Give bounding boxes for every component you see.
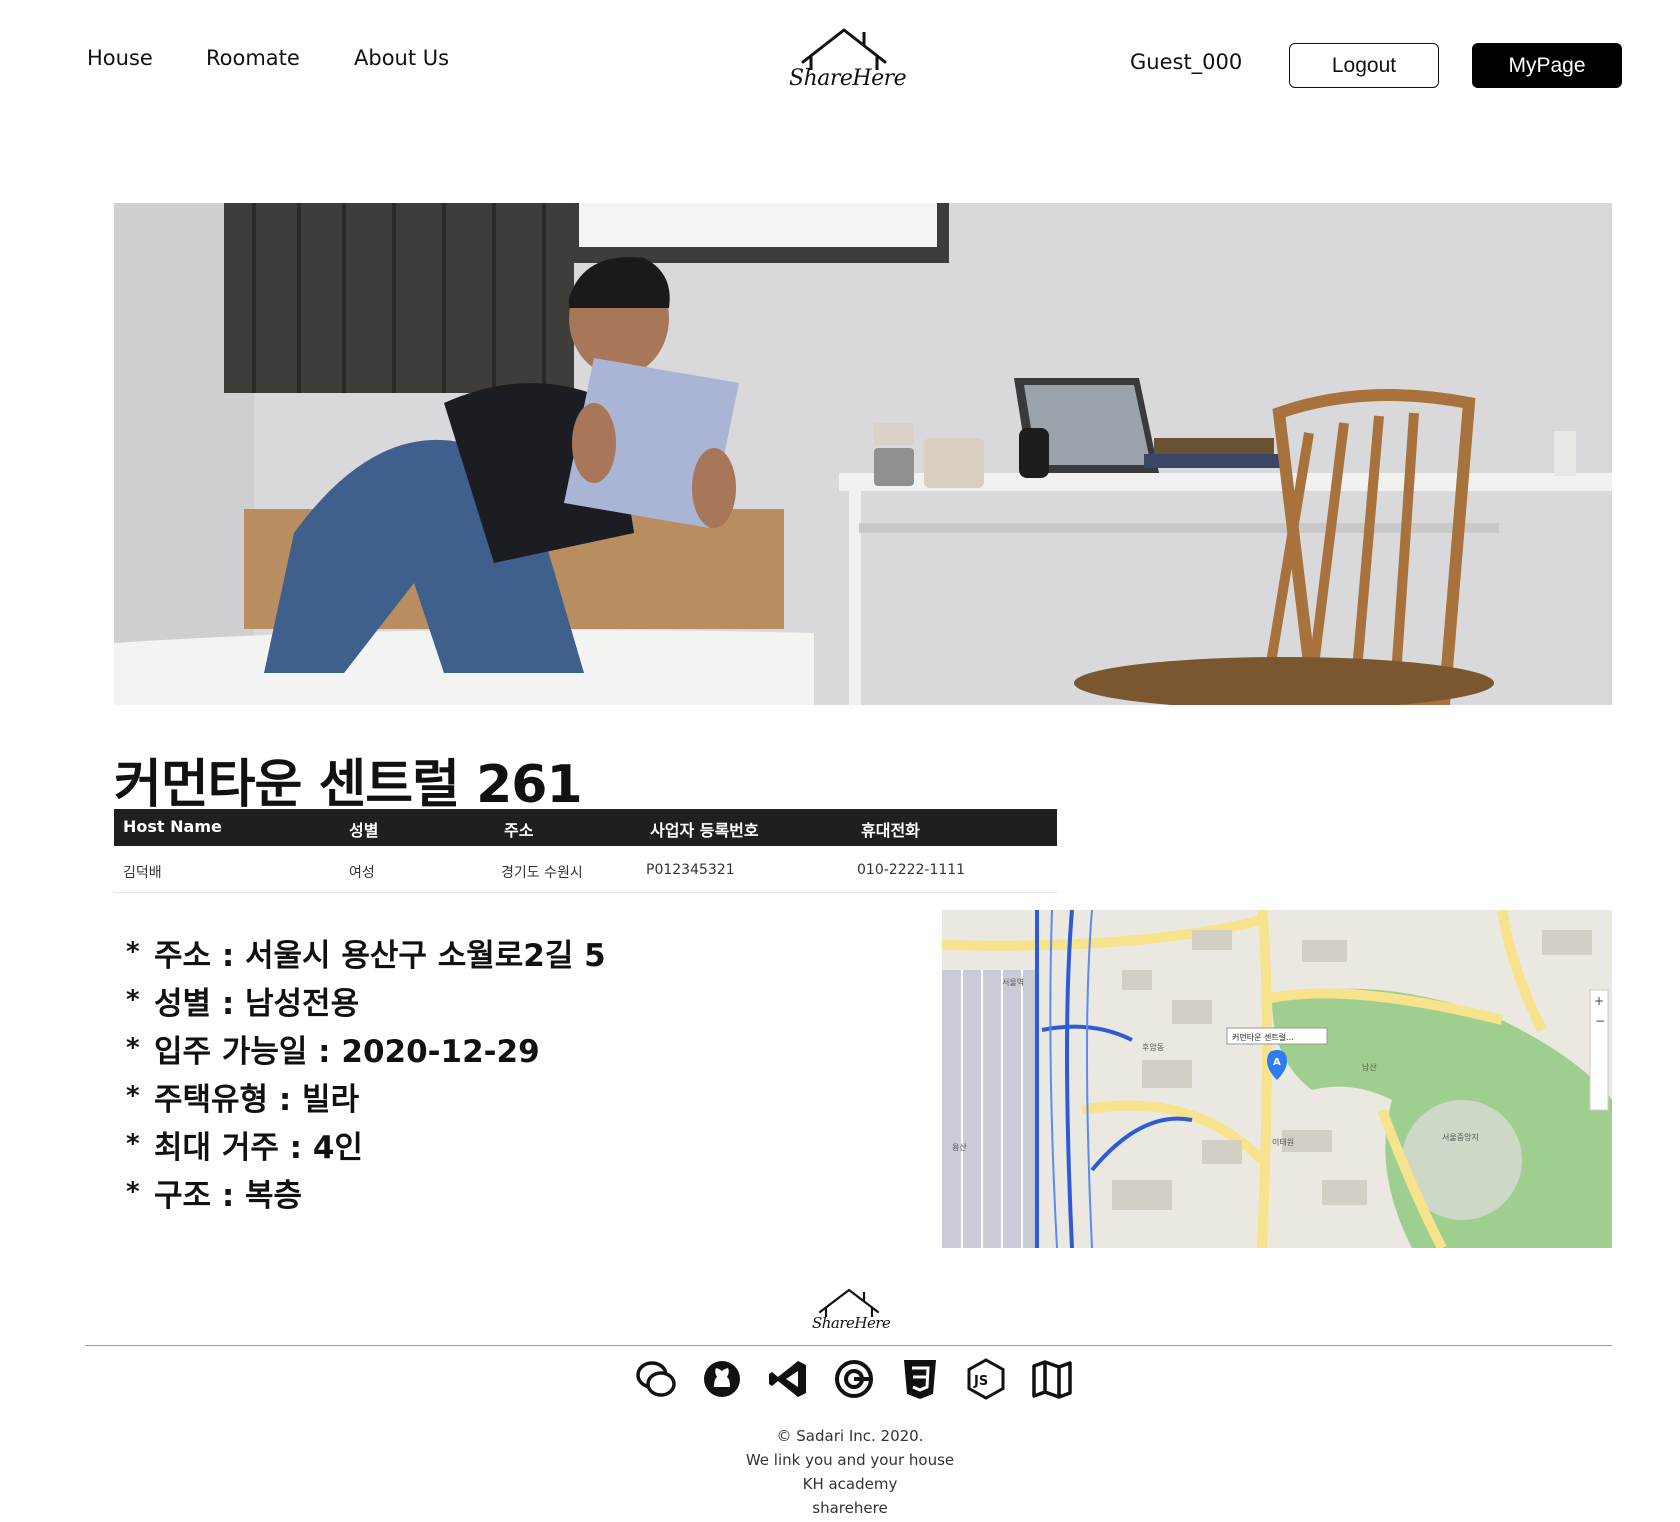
map-canvas[interactable]: 커먼타운 센트럴... A 서울역 남산 후암동 이태원 용산 서울중앙지 + … [942, 910, 1612, 1248]
map-label: 이태원 [1272, 1137, 1294, 1147]
cell-business-number: P012345321 [646, 862, 735, 878]
nodejs-icon[interactable]: JS [964, 1357, 1008, 1401]
listing-title: 커먼타운 센트럴 261 [114, 755, 583, 815]
header-business-number: 사업자 등록번호 [650, 821, 759, 840]
bullet-asterisk: * [126, 1033, 140, 1063]
cell-host-name: 김덕배 [123, 865, 162, 881]
header-mobile-phone: 휴대전화 [861, 821, 920, 840]
footer-logo[interactable]: ShareHere [812, 1284, 891, 1340]
detail-text: 성별 : 남성전용 [154, 985, 360, 1022]
css3-icon[interactable] [898, 1357, 942, 1401]
academy-text: KH academy [802, 1475, 898, 1493]
map-icon[interactable] [1030, 1357, 1074, 1401]
listing-photo [114, 203, 1612, 705]
map-label: 용산 [952, 1142, 967, 1152]
host-table: Host Name 성별 주소 사업자 등록번호 휴대전화 김덕배 여성 경기도… [114, 809, 1057, 893]
bullet-asterisk: * [126, 1129, 140, 1159]
footer-icon-row: JS [634, 1357, 1074, 1401]
detail-move-in-date: * 입주 가능일 : 2020-12-29 [126, 1024, 606, 1072]
zoom-out-icon[interactable]: − [1595, 1014, 1605, 1028]
footer-text: © Sadari Inc. 2020. We link you and your… [700, 1424, 1000, 1520]
map-label: 후암동 [1142, 1042, 1164, 1052]
detail-gender: * 성별 : 남성전용 [126, 976, 606, 1024]
house-roof-icon [818, 1288, 880, 1317]
map-label: 서울중앙지 [1442, 1132, 1479, 1142]
header-address: 주소 [504, 821, 534, 840]
mypage-button[interactable]: MyPage [1472, 43, 1622, 88]
room-photo-illustration [114, 203, 1612, 705]
vscode-icon[interactable] [766, 1357, 810, 1401]
cell-address: 경기도 수원시 [501, 865, 583, 881]
nav-roomate[interactable]: Roomate [206, 46, 300, 70]
svg-text:JS: JS [973, 1374, 988, 1389]
detail-text: 주소 : 서울시 용산구 소월로2길 5 [154, 937, 606, 974]
chat-icon[interactable] [634, 1357, 678, 1401]
map-popup-label: 커먼타운 센트럴... [1232, 1032, 1294, 1042]
table-header-row: Host Name 성별 주소 사업자 등록번호 휴대전화 [114, 809, 1057, 846]
bullet-asterisk: * [126, 1081, 140, 1111]
map-label: 서울역 [1002, 977, 1024, 987]
github-icon[interactable] [700, 1357, 744, 1401]
footer-logo-text: ShareHere [812, 1314, 891, 1332]
bullet-asterisk: * [126, 937, 140, 967]
brand-text: sharehere [812, 1499, 888, 1517]
detail-address: * 주소 : 서울시 용산구 소월로2길 5 [126, 928, 606, 976]
copyright-text: © Sadari Inc. 2020. [776, 1427, 924, 1445]
detail-house-type: * 주택유형 : 빌라 [126, 1072, 606, 1120]
location-map[interactable]: 커먼타운 센트럴... A 서울역 남산 후암동 이태원 용산 서울중앙지 + … [942, 910, 1612, 1248]
sharehere-logo[interactable]: ShareHere [789, 22, 907, 102]
table-row: 김덕배 여성 경기도 수원시 P012345321 010-2222-1111 [114, 846, 1057, 893]
logo-text: ShareHere [789, 66, 907, 91]
header-gender: 성별 [349, 821, 379, 840]
logout-button[interactable]: Logout [1289, 43, 1439, 88]
zoom-in-icon[interactable]: + [1594, 994, 1604, 1008]
detail-structure: * 구조 : 복층 [126, 1168, 606, 1216]
detail-text: 최대 거주 : 4인 [154, 1129, 363, 1166]
house-roof-icon [801, 28, 887, 70]
detail-text: 입주 가능일 : 2020-12-29 [154, 1033, 540, 1070]
map-label: 남산 [1362, 1062, 1377, 1072]
username: Guest_000 [1130, 50, 1243, 74]
nav-house[interactable]: House [87, 46, 153, 70]
detail-max-residents: * 최대 거주 : 4인 [126, 1120, 606, 1168]
cell-mobile-phone: 010-2222-1111 [857, 862, 966, 878]
header-host-name: Host Name [123, 817, 222, 836]
tagline-text: We link you and your house [745, 1451, 955, 1469]
cell-gender: 여성 [349, 865, 375, 881]
svg-text:A: A [1273, 1057, 1281, 1068]
bullet-asterisk: * [126, 985, 140, 1015]
detail-text: 구조 : 복층 [154, 1177, 303, 1214]
google-icon[interactable] [832, 1357, 876, 1401]
bullet-asterisk: * [126, 1177, 140, 1207]
footer-divider [85, 1345, 1612, 1346]
nav-about-us[interactable]: About Us [354, 46, 449, 70]
detail-text: 주택유형 : 빌라 [154, 1081, 360, 1118]
listing-details: * 주소 : 서울시 용산구 소월로2길 5 * 성별 : 남성전용 * 입주 가능일… [126, 928, 606, 1216]
